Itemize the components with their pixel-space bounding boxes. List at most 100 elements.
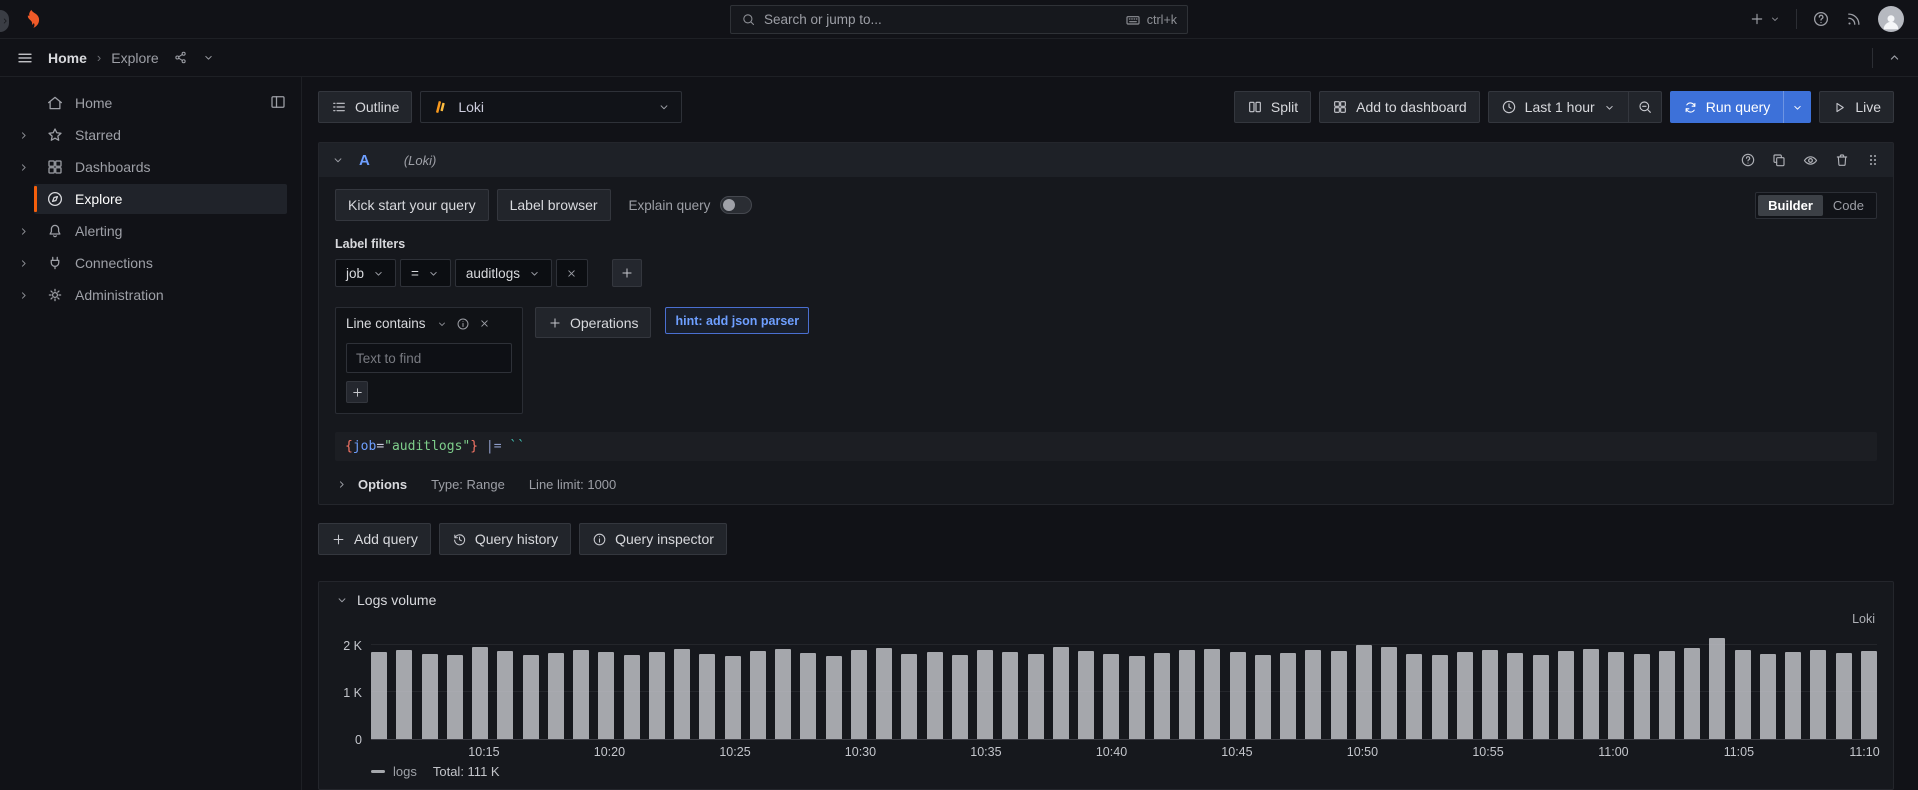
datasource-picker[interactable]: Loki [420,91,683,123]
chevron-right-icon[interactable] [12,289,34,302]
volume-bar [951,655,968,739]
volume-bar [775,649,791,739]
operations-button[interactable]: Operations [535,307,652,338]
volume-bar [1557,650,1574,739]
kick-start-button[interactable]: Kick start your query [335,189,489,221]
x-tick-label: 10:30 [844,745,877,759]
run-query-button[interactable]: Run query [1670,91,1784,123]
sidebar-item-home[interactable]: Home [0,87,301,119]
divider [1872,47,1873,68]
chevron-down-icon[interactable] [436,318,448,330]
chevron-right-icon[interactable] [12,225,34,238]
explain-query-toggle[interactable] [720,196,753,214]
volume-bar [977,649,993,739]
label-browser-button[interactable]: Label browser [496,189,611,221]
share-icon[interactable] [173,50,188,65]
gridline [371,691,1877,692]
volume-bar [1406,653,1423,739]
search-input[interactable]: Search or jump to... ctrl+k [730,5,1188,34]
chevron-down-icon [372,267,385,280]
hint-add-json-parser[interactable]: hint: add json parser [665,307,810,334]
y-axis: 0 1 K 2 K [335,636,371,747]
volume-bar [1179,650,1195,739]
volume-bar [522,654,539,739]
sidebar-item-label: Dashboards [75,159,151,175]
breadcrumb-home[interactable]: Home [48,50,87,66]
add-operation-param-button[interactable] [346,381,368,403]
add-query-button[interactable]: Add query [318,523,431,555]
volume-bar [1229,652,1246,739]
chevron-right-icon [0,16,10,26]
sidebar-item-starred[interactable]: Starred [0,119,301,151]
options-title[interactable]: Options [358,477,407,492]
zoom-out-button[interactable] [1627,91,1662,123]
sidebar-item-dashboards[interactable]: Dashboards [0,151,301,183]
text-to-find-input[interactable] [346,343,512,373]
volume-bar [1860,650,1877,739]
duplicate-query-icon[interactable] [1771,152,1787,168]
drag-handle-icon[interactable] [1865,152,1881,168]
drawer-handle[interactable] [0,10,9,32]
plus-icon [351,386,364,399]
new-menu-button[interactable] [1749,11,1781,27]
builder-mode-tab[interactable]: Builder [1758,194,1823,216]
add-label-filter-button[interactable] [611,259,642,287]
outline-button[interactable]: Outline [318,91,413,123]
query-editor-body: Kick start your query Label browser Expl… [319,177,1893,461]
remove-operation-icon[interactable] [478,317,491,330]
sidebar-item-alerting[interactable]: Alerting [0,215,301,247]
info-icon[interactable] [456,317,470,331]
sidebar-item-explore[interactable]: Explore [0,183,301,215]
volume-bar [1153,652,1170,739]
x-tick-label: 11:10 [1849,745,1880,759]
chevron-right-icon[interactable] [335,478,348,491]
chevron-down-icon[interactable] [202,51,215,64]
collapse-toolbar-icon[interactable] [1887,50,1902,65]
delete-query-icon[interactable] [1834,152,1850,168]
remove-filter-button[interactable] [555,259,588,287]
collapse-query-icon[interactable] [331,153,345,167]
info-circle-icon [592,532,607,547]
filter-operator-select[interactable]: = [400,259,451,287]
news-icon[interactable] [1845,10,1863,28]
sidebar-item-label: Alerting [75,223,123,239]
query-ref-id: A [359,151,370,169]
run-query-dropdown[interactable] [1783,91,1811,123]
chevron-down-icon [1769,13,1781,25]
time-picker-group: Last 1 hour [1487,91,1662,123]
x-tick-label: 10:50 [1346,745,1379,759]
history-icon [452,532,467,547]
breadcrumb-explore[interactable]: Explore [111,50,158,66]
menu-toggle-icon[interactable] [16,49,34,67]
volume-bar [1381,647,1397,739]
legend-series-name[interactable]: logs [393,764,417,779]
sidebar-item-connections[interactable]: Connections [0,247,301,279]
query-inspector-button[interactable]: Query inspector [579,523,727,555]
query-help-icon[interactable] [1740,152,1756,168]
toggle-visibility-icon[interactable] [1802,152,1819,169]
chevron-right-icon[interactable] [12,257,34,270]
plot-area[interactable] [371,636,1877,740]
help-icon[interactable] [1812,10,1830,28]
collapse-logs-volume-icon[interactable] [335,593,349,607]
query-history-button[interactable]: Query history [438,523,572,555]
chevron-right-icon[interactable] [12,161,34,174]
live-button[interactable]: Live [1819,91,1894,123]
gridline [371,644,1877,645]
filter-value-select[interactable]: auditlogs [454,259,552,287]
sidebar-item-administration[interactable]: Administration [0,279,301,311]
explain-query-label: Explain query [628,197,711,213]
add-to-dashboard-button[interactable]: Add to dashboard [1319,91,1480,123]
volume-bar [1355,645,1372,739]
avatar[interactable] [1878,6,1904,32]
filter-label-select[interactable]: job [335,259,397,287]
sidebar-item-label: Administration [75,287,164,303]
volume-bar [1658,651,1675,739]
time-range-button[interactable]: Last 1 hour [1487,91,1628,123]
outline-icon [331,99,347,115]
code-mode-tab[interactable]: Code [1823,195,1874,216]
chevron-right-icon[interactable] [12,129,34,142]
volume-bar [674,648,690,739]
grafana-logo[interactable] [20,8,42,30]
split-button[interactable]: Split [1233,91,1312,123]
